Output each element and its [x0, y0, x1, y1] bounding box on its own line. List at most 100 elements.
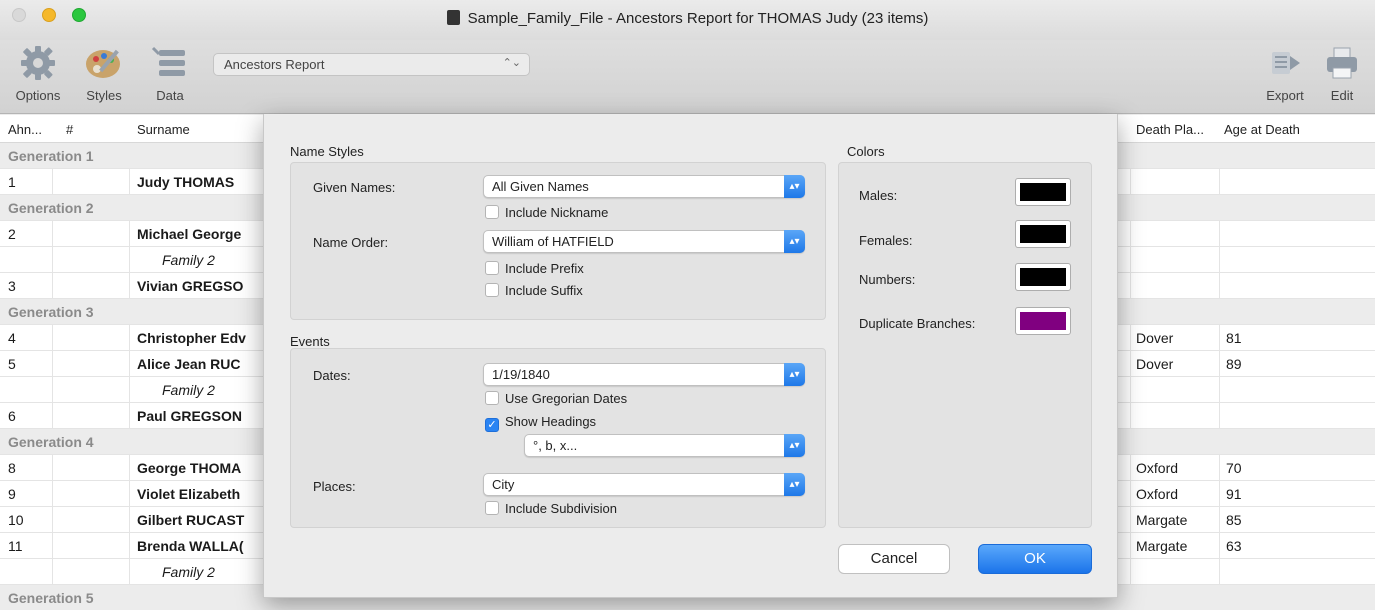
surname-cell: Christopher Edv [137, 330, 246, 346]
given-names-label: Given Names: [313, 180, 396, 195]
column-header-age-at-death[interactable]: Age at Death [1224, 122, 1300, 137]
age-at-death-cell: 89 [1226, 356, 1242, 372]
checkbox-box [485, 261, 499, 275]
ahn-cell: 8 [8, 460, 16, 476]
headings-style-value: °, b, x... [533, 438, 578, 453]
age-at-death-cell: 91 [1226, 486, 1242, 502]
death-place-cell: Dover [1136, 356, 1174, 372]
ok-button[interactable]: OK [978, 544, 1092, 574]
dates-value: 1/19/1840 [492, 367, 550, 382]
report-type-value: Ancestors Report [224, 57, 325, 72]
headings-style-select[interactable]: °, b, x... ▴▾ [524, 434, 805, 457]
surname-cell: Paul GREGSON [137, 408, 243, 424]
numbers-color-well[interactable] [1015, 263, 1071, 291]
surname-cell: Violet Elizabeth [137, 486, 241, 502]
data-button[interactable]: Data [148, 44, 192, 103]
ahn-cell: 4 [8, 330, 16, 346]
surname-cell: Alice Jean RUC [137, 356, 241, 372]
ahn-cell: 5 [8, 356, 16, 372]
include-subdivision-checkbox[interactable]: Include Subdivision [485, 501, 617, 516]
use-gregorian-dates-label: Use Gregorian Dates [505, 391, 628, 406]
name-order-label: Name Order: [313, 235, 389, 250]
death-place-cell: Oxford [1136, 486, 1179, 502]
palette-icon [86, 49, 120, 78]
dates-label: Dates: [313, 368, 351, 383]
column-header-number[interactable]: # [66, 122, 73, 137]
column-header-death-place[interactable]: Death Pla... [1136, 122, 1204, 137]
name-styles-heading: Name Styles [290, 144, 364, 159]
export-button[interactable]: Export [1258, 44, 1312, 103]
document-icon [446, 10, 460, 25]
title-bar: Sample_Family_File - Ancestors Report fo… [0, 0, 1375, 40]
options-button[interactable]: Options [12, 44, 64, 103]
death-place-cell: Dover [1136, 330, 1174, 346]
checkmark-icon: ✓ [485, 418, 499, 432]
options-label: Options [15, 88, 61, 103]
generation-label: Generation 3 [8, 304, 94, 320]
ahn-cell: 2 [8, 226, 16, 242]
colors-heading: Colors [847, 144, 885, 159]
select-chevron-icon: ▴▾ [784, 363, 805, 386]
include-nickname-checkbox[interactable]: Include Nickname [485, 205, 608, 220]
given-names-select[interactable]: All Given Names ▴▾ [483, 175, 805, 198]
family-cell: Family 2 [162, 382, 215, 398]
males-color-well[interactable] [1015, 178, 1071, 206]
styles-button[interactable]: Styles [80, 44, 128, 103]
males-label: Males: [859, 188, 898, 203]
checkbox-box [485, 391, 499, 405]
generation-label: Generation 1 [8, 148, 94, 164]
select-chevron-icon: ▴▾ [784, 230, 805, 253]
ahn-cell: 9 [8, 486, 16, 502]
surname-cell: Vivian GREGSO [137, 278, 244, 294]
include-suffix-checkbox[interactable]: Include Suffix [485, 283, 583, 298]
use-gregorian-dates-checkbox[interactable]: Use Gregorian Dates [485, 391, 627, 406]
include-subdivision-label: Include Subdivision [505, 501, 618, 516]
column-header-surname[interactable]: Surname [137, 122, 190, 137]
styles-dialog: Name Styles Given Names: All Given Names… [263, 114, 1118, 598]
places-select[interactable]: City ▴▾ [483, 473, 805, 496]
name-order-value: William of HATFIELD [492, 234, 614, 249]
age-at-death-cell: 81 [1226, 330, 1242, 346]
events-heading: Events [290, 334, 330, 349]
checkbox-box [485, 501, 499, 515]
checkbox-box [485, 205, 499, 219]
death-place-cell: Margate [1136, 512, 1188, 528]
numbers-label: Numbers: [859, 272, 916, 287]
generation-label: Generation 5 [8, 590, 94, 606]
family-cell: Family 2 [162, 564, 215, 580]
export-label: Export [1266, 88, 1304, 103]
dates-select[interactable]: 1/19/1840 ▴▾ [483, 363, 805, 386]
age-at-death-cell: 70 [1226, 460, 1242, 476]
column-header-ahn[interactable]: Ahn... [8, 122, 42, 137]
up-down-chevron-icon: ⌃⌄ [502, 57, 521, 69]
include-prefix-label: Include Prefix [505, 261, 584, 276]
males-color-fill [1020, 183, 1066, 201]
data-label: Data [156, 88, 184, 103]
name-order-select[interactable]: William of HATFIELD ▴▾ [483, 230, 805, 253]
report-type-select[interactable]: Ancestors Report ⌃⌄ [213, 53, 530, 76]
females-color-well[interactable] [1015, 220, 1071, 248]
include-nickname-label: Include Nickname [505, 205, 609, 220]
duplicate-branches-color-fill [1020, 312, 1066, 330]
surname-cell: Michael George [137, 226, 242, 242]
ahn-cell: 6 [8, 408, 16, 424]
surname-cell: Brenda WALLA( [137, 538, 244, 554]
generation-label: Generation 2 [8, 200, 94, 216]
duplicate-branches-color-well[interactable] [1015, 307, 1071, 335]
given-names-value: All Given Names [492, 179, 589, 194]
family-cell: Family 2 [162, 252, 215, 268]
ahn-cell: 1 [8, 174, 16, 190]
show-headings-label: Show Headings [505, 414, 597, 429]
cancel-button[interactable]: Cancel [838, 544, 950, 574]
edit-button[interactable]: Edit [1320, 44, 1364, 103]
ahn-cell: 11 [8, 538, 23, 554]
places-label: Places: [313, 479, 356, 494]
show-headings-checkbox[interactable]: ✓ Show Headings [485, 414, 596, 432]
gear-icon [21, 46, 55, 80]
select-chevron-icon: ▴▾ [784, 473, 805, 496]
ahn-cell: 3 [8, 278, 16, 294]
females-color-fill [1020, 225, 1066, 243]
duplicate-branches-label: Duplicate Branches: [859, 316, 976, 331]
export-icon [1272, 52, 1300, 74]
include-prefix-checkbox[interactable]: Include Prefix [485, 261, 584, 276]
